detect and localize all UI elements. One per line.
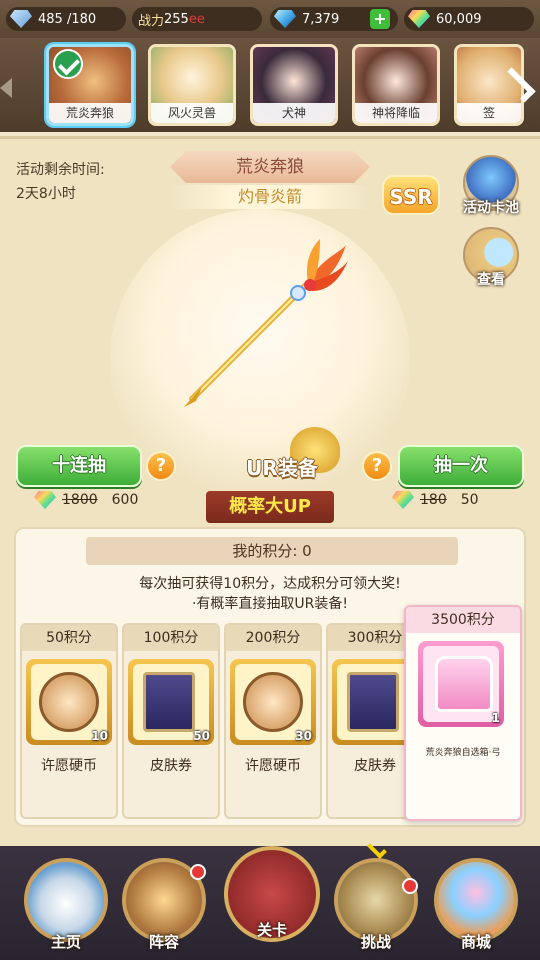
rainbow-gem-icon (34, 491, 56, 509)
ten-pull-button[interactable]: 十连抽 (16, 445, 142, 487)
original-cost: 180 (420, 492, 447, 508)
reward-item: 50 (128, 659, 214, 745)
ten-pull-help-icon[interactable]: ? (146, 451, 176, 481)
nav-stage-label: 关卡 (256, 921, 287, 939)
banner-weapon-name: 灼骨炎箭 (170, 185, 370, 209)
power-suffix: ee (188, 11, 205, 27)
diamond-value: 7,379 (302, 11, 340, 27)
banner-title: 荒炎奔狼 (170, 151, 370, 183)
spear-weapon-image (184, 239, 348, 407)
nav-shop-label: 商城 (460, 933, 491, 951)
single-pull-button[interactable]: 抽一次 (398, 445, 524, 487)
points-reward-panel: 我的积分: 0 每次抽可获得10积分，达成积分可领大奖! ·有概率直接抽取UR装… (14, 527, 526, 827)
ur-equipment-label: UR装备 (246, 456, 318, 480)
wish-coin-icon (243, 672, 303, 732)
castle-icon (24, 858, 108, 942)
nav-challenge-label: 挑战 (360, 933, 391, 951)
view-button[interactable]: 查看 (456, 227, 526, 289)
rate-up-label: 概率大UP (206, 491, 334, 523)
nav-team[interactable]: 阵容 (116, 858, 212, 958)
reward-tier-3[interactable]: 200积分 30 许愿硬币 (224, 623, 322, 819)
reward-count: 30 (295, 729, 312, 743)
discounted-cost: 600 (111, 492, 139, 508)
power-label: 战力 (138, 13, 165, 29)
top-resource-bar: 485 /180 战力 255 ee 7,379 + 60,009 (0, 0, 540, 38)
banner-selector-strip: 荒炎奔狼 风火灵兽 犬神 神将降临 签 (0, 38, 540, 132)
notification-dot (190, 864, 206, 880)
ten-pull-cost: 1800 600 (30, 491, 138, 509)
reward-tier-1[interactable]: 50积分 10 许愿硬币 (20, 623, 118, 819)
single-pull-help-icon[interactable]: ? (362, 451, 392, 481)
reward-count: 50 (193, 729, 210, 743)
wish-coin-icon (39, 672, 99, 732)
skin-ticket-icon (143, 672, 195, 732)
nav-team-label: 阵容 (148, 933, 179, 951)
reward-points: 50积分 (22, 625, 116, 651)
reward-name: 许愿硬币 (41, 758, 97, 774)
timer-value: 2天8小时 (16, 186, 76, 202)
reward-points: 200积分 (226, 625, 320, 651)
energy-value: 485 /180 (38, 11, 97, 27)
banner-card-2[interactable]: 风火灵兽 (148, 44, 236, 126)
reward-item: 10 (26, 659, 112, 745)
notification-dot (402, 878, 418, 894)
single-pull-cost: 180 50 (388, 491, 479, 509)
discounted-cost: 50 (460, 492, 479, 508)
view-label: 查看 (477, 272, 505, 288)
nav-shop[interactable]: 商城 (428, 858, 524, 958)
combat-power: 战力 255 ee (132, 7, 262, 31)
rainbow-gem-icon (408, 10, 430, 28)
reward-points: 3500积分 (406, 607, 520, 633)
ssr-badge: SSR (382, 175, 440, 215)
shield-swords-icon (334, 858, 418, 942)
reward-count: 1 (491, 711, 500, 725)
banner-card-label: 神将降临 (355, 103, 437, 123)
reward-points: 100积分 (124, 625, 218, 651)
event-pool-label: 活动卡池 (463, 200, 519, 216)
banner-card-label: 签 (457, 103, 521, 123)
reward-tier-2[interactable]: 100积分 50 皮肤券 (122, 623, 220, 819)
banner-card-3[interactable]: 犬神 (250, 44, 338, 126)
banner-card-4[interactable]: 神将降临 (352, 44, 440, 126)
reward-name: 皮肤券 (150, 758, 192, 774)
rainbow-gem-icon (392, 491, 414, 509)
gacha-machine-icon (434, 858, 518, 942)
my-points: 我的积分: 0 (86, 537, 458, 565)
power-value: 255 (164, 11, 189, 27)
nav-challenge[interactable]: 挑战 (328, 839, 424, 958)
reward-name: 荒炎奔狼自选箱·弓 (425, 748, 501, 758)
rainbow-gem-value: 60,009 (436, 11, 482, 27)
banner-card-label: 犬神 (253, 103, 335, 123)
banner-card-label: 风火灵兽 (151, 103, 233, 123)
event-pool-button[interactable]: 活动卡池 (456, 155, 526, 217)
energy-icon (10, 10, 32, 28)
timer-label: 活动剩余时间: (16, 162, 105, 178)
treasure-chest-icon (435, 656, 493, 712)
rainbow-gem-counter: 60,009 (404, 7, 534, 31)
gacha-panel: 活动剩余时间: 2天8小时 荒炎奔狼 灼骨炎箭 SSR 活动卡池 查看 十连抽 … (0, 136, 540, 846)
nav-home[interactable]: 主页 (18, 858, 114, 958)
points-description: 每次抽可获得10积分，达成积分可领大奖! (139, 576, 401, 592)
original-cost: 1800 (62, 492, 98, 508)
selected-check-icon (53, 49, 83, 79)
reward-count: 10 (91, 729, 108, 743)
nav-home-label: 主页 (50, 933, 81, 951)
reward-item: 30 (230, 659, 316, 745)
banner-card-label: 荒炎奔狼 (49, 103, 131, 123)
diamond-icon (274, 10, 296, 28)
skin-ticket-icon (347, 672, 399, 732)
bottom-navigation: 主页 阵容 关卡 挑战 商城 (0, 839, 540, 960)
reward-tier-grand[interactable]: 3500积分 1 荒炎奔狼自选箱·弓 (404, 605, 522, 821)
banner-card-1[interactable]: 荒炎奔狼 (46, 44, 134, 126)
energy-counter: 485 /180 (6, 7, 126, 31)
add-diamond-button[interactable]: + (370, 9, 390, 29)
chevron-left-icon[interactable] (0, 78, 12, 98)
nav-stage[interactable]: 关卡 (222, 846, 322, 946)
reward-item: 1 (418, 641, 504, 727)
reward-name: 许愿硬币 (245, 758, 301, 774)
